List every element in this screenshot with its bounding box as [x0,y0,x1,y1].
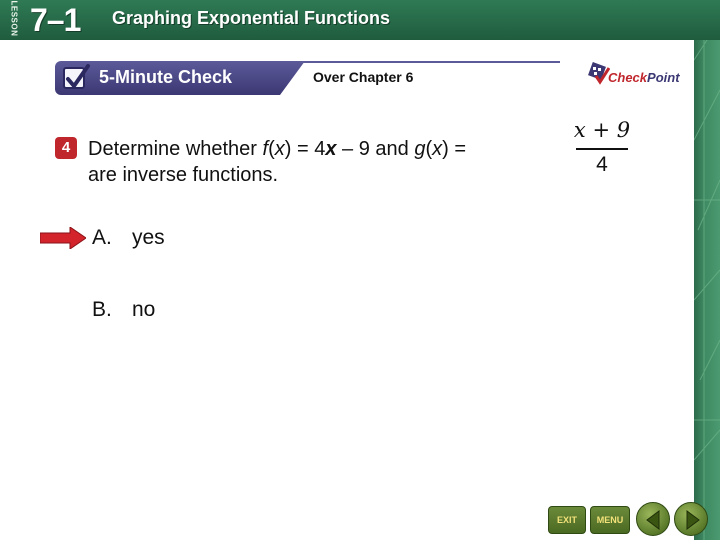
next-button[interactable] [674,502,708,536]
answer-text: no [132,298,156,321]
menu-button[interactable]: MENU [590,506,630,534]
question-number-badge: 4 [55,137,77,159]
lesson-label: LESSON [9,0,19,37]
fraction-numerator: x + 9 [573,118,631,142]
answer-text: yes [132,226,165,249]
checkpoint-mark-icon [588,62,610,85]
fraction-expression: x + 9 4 [572,118,632,177]
chapter-label: Over Chapter 6 [313,69,414,85]
navigation-bar: EXIT MENU [540,498,720,540]
lesson-tab: LESSON [0,0,26,40]
previous-button[interactable] [636,502,670,536]
banner-divider [300,61,560,63]
logo-check-text: Check [608,70,648,85]
question-text-part: ) = [442,138,467,160]
exit-button[interactable]: EXIT [548,506,586,534]
question-text-part: ( [268,138,275,160]
logo-point-text: Point [647,70,680,85]
triangle-left-icon [646,510,660,530]
lesson-title: Graphing Exponential Functions [112,8,391,28]
answer-letter: B. [92,298,112,321]
function-g: g [414,138,426,160]
correct-answer-arrow-icon [40,227,86,249]
answer-option-a[interactable]: A. yes [92,226,165,250]
question-text-part: – 9 and [336,138,415,160]
triangle-right-icon [686,510,700,530]
checkbox-icon [63,64,90,89]
question-text-part: ) = 4 [284,138,326,160]
lesson-header: LESSON 7–1 Graphing Exponential Function… [0,0,720,40]
banner-title: 5-Minute Check [99,67,233,87]
variable-x: x [274,138,285,160]
variable-x: x [432,138,443,160]
checkpoint-logo: CheckPoint [588,62,698,88]
lesson-number: 7–1 [30,2,81,38]
question-text-part: Determine whether [88,138,263,160]
fraction-bar [576,148,628,150]
question-text: Determine whether f(x) = 4x – 9 and g(x)… [88,136,558,188]
question-text-line2: are inverse functions. [88,164,279,186]
fraction-denominator: 4 [596,152,608,176]
answer-option-b[interactable]: B. no [92,298,155,322]
five-minute-check-banner: 5-Minute Check [55,61,305,95]
variable-x: x [325,138,337,160]
answer-letter: A. [92,226,112,249]
checkmark-icon [66,64,90,88]
